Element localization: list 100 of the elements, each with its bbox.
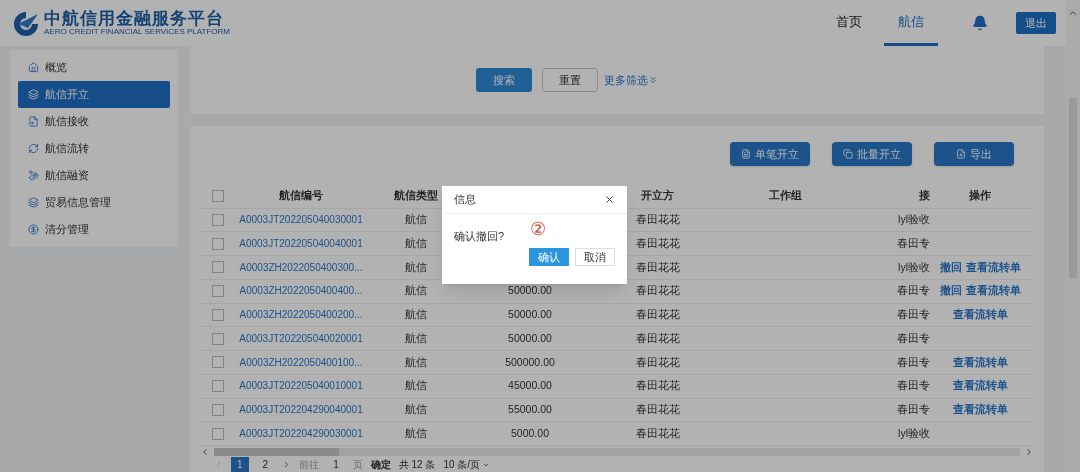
confirm-page-button[interactable]: 确定 <box>370 457 391 472</box>
checkbox[interactable] <box>211 190 224 203</box>
checkbox[interactable] <box>211 332 224 345</box>
action-link[interactable]: 查看流转单 <box>965 283 1021 300</box>
column-header: 工作组 <box>768 189 802 202</box>
table-cell: 春田专 <box>897 308 930 321</box>
record-id-link[interactable]: A0003ZH2022050400200... <box>239 309 363 321</box>
action-link[interactable]: 撤回 <box>939 283 962 300</box>
bell-icon[interactable] <box>972 15 988 31</box>
toolbar-button[interactable]: 单笔开立 <box>730 142 810 166</box>
table-cell: 春田专 <box>897 355 930 368</box>
table-cell: 春田专 <box>897 284 930 297</box>
platform-subtitle: AERO CREDIT FINANCIAL SERVICES PLATFORM <box>44 28 230 36</box>
sidebar-item[interactable]: 贸易信息管理 <box>18 189 170 216</box>
table-cell: 50000.00 <box>508 284 552 297</box>
column-header: 开立方 <box>641 189 674 202</box>
table-cell: 55000.00 <box>508 403 552 415</box>
document-icon <box>741 149 751 159</box>
cancel-button[interactable]: 取消 <box>575 248 615 266</box>
goto-label: 前往 <box>299 458 320 472</box>
checkbox[interactable] <box>211 285 224 298</box>
checkbox[interactable] <box>211 308 224 321</box>
action-link[interactable]: 查看流转单 <box>952 307 1008 323</box>
table-cell: 春田专 <box>897 236 930 249</box>
logo-icon <box>12 10 40 36</box>
record-id-link[interactable]: A0003JT202205040020001 <box>239 332 363 344</box>
action-link[interactable]: 查看流转单 <box>965 259 1021 276</box>
table-cell: 航信 <box>405 379 427 392</box>
record-id-link[interactable]: A0003ZH2022050400400... <box>239 285 363 297</box>
horizontal-scrollbar[interactable] <box>214 448 1020 456</box>
table-cell: 春田专 <box>897 331 930 344</box>
confirm-button[interactable]: 确认 <box>529 248 569 266</box>
toolbar-button[interactable]: 批量开立 <box>832 142 912 166</box>
double-chevron-icon <box>648 75 658 85</box>
record-id-link[interactable]: A0003JT202205040030001 <box>239 214 363 226</box>
sidebar-item[interactable]: 航信开立 <box>18 81 170 108</box>
logout-button[interactable]: 退出 <box>1016 11 1056 35</box>
sidebar-item[interactable]: 概览 <box>18 54 170 81</box>
nav-tab[interactable]: 首页 <box>822 0 876 46</box>
checkbox[interactable] <box>211 403 224 416</box>
more-filters-link[interactable]: 更多筛选 <box>604 71 658 89</box>
table-cell: 航信 <box>405 308 427 321</box>
sidebar-item[interactable]: 航信接收 <box>18 108 170 135</box>
sidebar-item[interactable]: 清分管理 <box>18 216 170 243</box>
dialog-message: 确认撤回? <box>454 229 505 244</box>
export-icon <box>956 149 966 159</box>
page-input[interactable]: 1 <box>327 457 345 472</box>
layers-icon <box>28 197 39 208</box>
close-icon[interactable] <box>604 194 615 205</box>
record-id-link[interactable]: A0003JT202205040040001 <box>239 237 363 249</box>
table-cell: 春田花花 <box>635 355 680 368</box>
record-id-link[interactable]: A0003JT202205040010001 <box>239 380 363 392</box>
checkbox[interactable] <box>211 214 224 226</box>
sidebar-item[interactable]: 航信流转 <box>18 135 170 162</box>
page-number[interactable]: 1 <box>231 457 249 472</box>
table-cell: 春田花花 <box>635 331 680 344</box>
action-link[interactable]: 查看流转单 <box>952 354 1008 371</box>
table-cell: 5000.00 <box>511 426 549 439</box>
scroll-right-icon[interactable] <box>1024 447 1034 457</box>
checkbox[interactable] <box>211 237 224 250</box>
checkbox[interactable] <box>211 380 224 393</box>
record-id-link[interactable]: A0003ZH2022050400300... <box>239 261 363 273</box>
vertical-scrollbar[interactable] <box>1066 0 1080 472</box>
layers-icon <box>28 89 39 100</box>
checkbox[interactable] <box>211 356 224 369</box>
action-link[interactable]: 查看流转单 <box>952 402 1008 418</box>
dialog-title: 信息 <box>454 192 476 208</box>
previous-page-icon[interactable] <box>214 460 223 470</box>
coin-icon <box>28 224 39 235</box>
scroll-up-icon[interactable] <box>1068 8 1078 18</box>
search-button[interactable]: 搜索 <box>476 68 532 92</box>
dropdown-icon <box>482 461 491 469</box>
record-id-link[interactable]: A0003JT202204290030001 <box>239 427 363 439</box>
action-link[interactable]: 查看流转单 <box>952 378 1008 394</box>
reset-button[interactable]: 重置 <box>542 68 598 92</box>
page-size-select[interactable]: 10 条/页 <box>443 457 491 472</box>
column-header: 航信类型 <box>394 189 438 202</box>
table-cell: 春田花花 <box>635 260 680 273</box>
record-id-link[interactable]: A0003ZH2022050400100... <box>239 356 363 368</box>
page-number[interactable]: 2 <box>256 457 275 472</box>
table-cell: 春田花花 <box>635 426 680 439</box>
table-cell: 春田花花 <box>635 213 680 226</box>
table-cell: 50000.00 <box>508 331 552 344</box>
record-id-link[interactable]: A0003JT202204290040001 <box>239 404 363 415</box>
table-cell: 航信 <box>405 403 427 415</box>
table-cell: 500000.00 <box>505 355 555 368</box>
checkbox[interactable] <box>211 261 224 274</box>
sidebar-item[interactable]: 航信融资 <box>18 162 170 189</box>
table-cell: 春田花花 <box>635 236 680 249</box>
copy-icon <box>843 149 853 159</box>
checkbox[interactable] <box>211 427 224 440</box>
toolbar-button[interactable]: 导出 <box>934 142 1014 166</box>
scroll-left-icon[interactable] <box>200 447 210 457</box>
column-header: 航信编号 <box>279 189 323 202</box>
column-header: 操作 <box>969 189 991 202</box>
table-cell: 45000.00 <box>508 379 552 392</box>
table-cell: 50000.00 <box>508 308 552 321</box>
table-cell: 航信 <box>405 284 427 297</box>
table-cell: 春田花花 <box>635 284 680 297</box>
action-link[interactable]: 撤回 <box>939 259 962 276</box>
